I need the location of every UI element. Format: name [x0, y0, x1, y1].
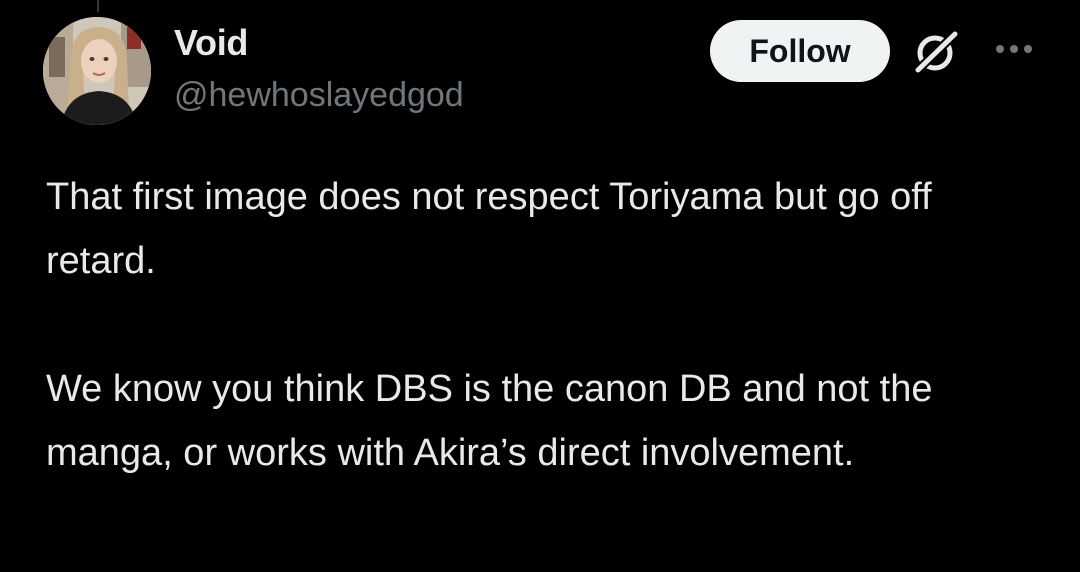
follow-button[interactable]: Follow: [710, 20, 890, 82]
tweet-paragraph: That first image does not respect Toriya…: [46, 176, 932, 282]
display-name[interactable]: Void: [174, 22, 248, 64]
tweet-text: That first image does not respect Toriya…: [46, 165, 1046, 485]
grok-icon[interactable]: [910, 26, 962, 78]
tweet-paragraph: We know you think DBS is the canon DB an…: [46, 368, 933, 474]
more-options-icon[interactable]: [994, 38, 1034, 60]
user-handle[interactable]: @hewhoslayedgod: [174, 76, 464, 115]
thread-connector-line: [97, 0, 99, 12]
avatar-image: [43, 17, 151, 125]
avatar[interactable]: [43, 17, 151, 125]
